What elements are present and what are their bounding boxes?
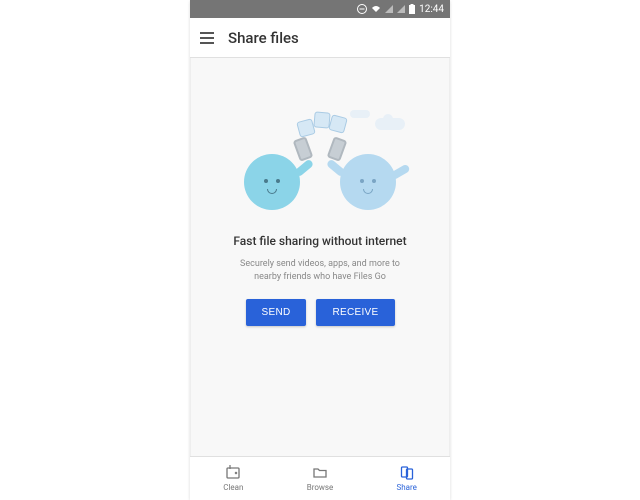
battery-icon [409,4,415,14]
nav-label: Clean [223,483,243,492]
phone-screen: 12:44 Share files Fast file [190,0,450,500]
folder-icon [312,465,328,481]
cloud-icon [350,110,370,118]
main-content: Fast file sharing without internet Secur… [190,58,450,456]
status-bar: 12:44 [190,0,450,18]
share-icon [399,465,415,481]
nav-clean[interactable]: Clean [190,457,277,500]
action-buttons: SEND RECEIVE [246,299,395,326]
clean-icon [225,465,241,481]
bottom-nav: Clean Browse Share [190,456,450,500]
cloud-icon [375,118,405,130]
phone-icon [293,136,314,161]
character-icon [244,154,300,210]
nav-label: Share [396,483,416,492]
status-time: 12:44 [419,4,444,15]
app-bar: Share files [190,18,450,58]
nav-browse[interactable]: Browse [277,457,364,500]
dnd-icon [357,4,367,14]
main-heading: Fast file sharing without internet [233,234,406,248]
menu-icon[interactable] [200,32,214,44]
wifi-icon [371,4,381,14]
file-icon [328,114,348,134]
receive-button[interactable]: RECEIVE [316,299,394,326]
main-subtext: Securely send videos, apps, and more to … [230,258,410,283]
send-button[interactable]: SEND [246,299,307,326]
nav-label: Browse [307,483,334,492]
phone-icon [327,136,348,161]
share-illustration [220,108,420,218]
signal-icon [385,5,393,13]
page-title: Share files [228,29,299,47]
nav-share[interactable]: Share [363,457,450,500]
signal-icon-2 [397,5,405,13]
character-icon [340,154,396,210]
